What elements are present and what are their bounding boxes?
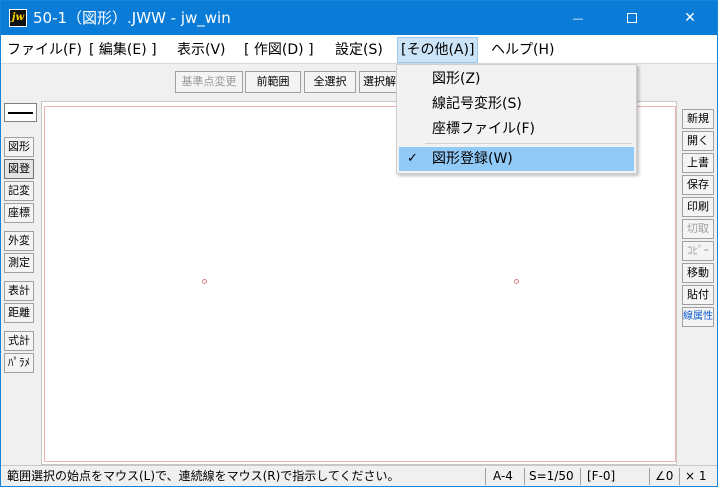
minimize-button[interactable]: — bbox=[555, 1, 601, 35]
status-divider bbox=[679, 468, 680, 485]
tool-symbol-transform[interactable]: 記変 bbox=[4, 181, 34, 201]
checkmark-icon: ✓ bbox=[407, 151, 418, 166]
menu-bar: ファイル(F) [ 編集(E) ] 表示(V) [ 作図(D) ] 設定(S) … bbox=[1, 35, 717, 64]
tool-figure[interactable]: 図形 bbox=[4, 137, 34, 157]
tool-measure[interactable]: 測定 bbox=[4, 253, 34, 273]
open-button[interactable]: 開く bbox=[682, 131, 714, 151]
jw-app-icon[interactable]: jw bbox=[9, 9, 27, 27]
other-menu-dropdown: 図形(Z) 線記号変形(S) 座標ファイル(F) ✓ 図形登録(W) bbox=[396, 64, 637, 174]
menu-other[interactable]: [その他(A)] bbox=[397, 37, 479, 63]
maximize-button[interactable] bbox=[609, 1, 655, 35]
menu-file[interactable]: ファイル(F) bbox=[7, 40, 82, 60]
paper-size-button[interactable]: A-4 bbox=[493, 466, 513, 486]
menu-draw[interactable]: [ 作図(D) ] bbox=[244, 40, 314, 60]
deselect-button[interactable]: 選択解除 bbox=[359, 71, 397, 93]
tool-coordinates[interactable]: 座標 bbox=[4, 203, 34, 223]
minimize-icon: — bbox=[572, 12, 584, 25]
reference-point-mark bbox=[202, 279, 207, 284]
line-attribute-button[interactable]: 線属性 bbox=[682, 307, 714, 327]
menu-help[interactable]: ヘルプ(H) bbox=[491, 40, 554, 60]
right-tool-panel: 新規 開く 上書 保存 印刷 切取 ｺﾋﾟｰ 移動 貼付 線属性 bbox=[679, 97, 717, 463]
layer-button[interactable]: [F-0] bbox=[587, 466, 615, 486]
close-icon: ✕ bbox=[684, 10, 696, 26]
status-divider bbox=[580, 468, 581, 485]
previous-range-button[interactable]: 前範囲 bbox=[245, 71, 301, 93]
tool-table-calc[interactable]: 表計 bbox=[4, 281, 34, 301]
tool-external-transform[interactable]: 外変 bbox=[4, 231, 34, 251]
menu-item-figure[interactable]: 図形(Z) bbox=[399, 67, 634, 91]
print-button[interactable]: 印刷 bbox=[682, 197, 714, 217]
menu-separator bbox=[425, 143, 632, 144]
angle-button[interactable]: ∠0 bbox=[655, 466, 673, 486]
tool-figure-register[interactable]: 図登 bbox=[4, 159, 34, 179]
maximize-icon bbox=[627, 13, 637, 23]
cut-button[interactable]: 切取 bbox=[682, 219, 714, 239]
line-type-swatch[interactable] bbox=[4, 103, 37, 122]
base-point-change-button[interactable]: 基準点変更 bbox=[175, 71, 243, 93]
close-button[interactable]: ✕ bbox=[667, 1, 713, 35]
menu-item-coordinate-file[interactable]: 座標ファイル(F) bbox=[399, 117, 634, 141]
app-window: jw 50-1（図形）.JWW - jw_win — ✕ ファイル(F) [ 編… bbox=[0, 0, 718, 487]
move-button[interactable]: 移動 bbox=[682, 263, 714, 283]
new-button[interactable]: 新規 bbox=[682, 109, 714, 129]
tool-parametric[interactable]: ﾊﾟﾗﾒ bbox=[4, 353, 34, 373]
select-all-button[interactable]: 全選択 bbox=[304, 71, 356, 93]
copy-button[interactable]: ｺﾋﾟｰ bbox=[682, 241, 714, 261]
window-title: 50-1（図形）.JWW - jw_win bbox=[33, 9, 231, 27]
menu-item-figure-register[interactable]: ✓ 図形登録(W) bbox=[399, 147, 634, 171]
menu-settings[interactable]: 設定(S) bbox=[335, 40, 383, 60]
save-button[interactable]: 保存 bbox=[682, 175, 714, 195]
title-bar[interactable]: jw 50-1（図形）.JWW - jw_win — ✕ bbox=[1, 1, 717, 35]
status-divider bbox=[485, 468, 486, 485]
tool-distance[interactable]: 距離 bbox=[4, 303, 34, 323]
zoom-button[interactable]: × 1 bbox=[685, 466, 707, 486]
status-divider bbox=[649, 468, 650, 485]
left-tool-panel: 図形 図登 記変 座標 外変 測定 表計 距離 式計 ﾊﾟﾗﾒ bbox=[1, 97, 39, 463]
menu-item-line-symbol-transform[interactable]: 線記号変形(S) bbox=[399, 92, 634, 116]
overwrite-button[interactable]: 上書 bbox=[682, 153, 714, 173]
status-message: 範囲選択の始点をマウス(L)で、連続線をマウス(R)で指示してください。 bbox=[7, 469, 400, 483]
reference-point-mark bbox=[514, 279, 519, 284]
menu-edit[interactable]: [ 編集(E) ] bbox=[89, 40, 157, 60]
paste-button[interactable]: 貼付 bbox=[682, 285, 714, 305]
status-divider bbox=[524, 468, 525, 485]
menu-view[interactable]: 表示(V) bbox=[177, 40, 226, 60]
tool-formula-calc[interactable]: 式計 bbox=[4, 331, 34, 351]
scale-button[interactable]: S=1/50 bbox=[529, 466, 574, 486]
status-bar: 範囲選択の始点をマウス(L)で、連続線をマウス(R)で指示してください。 A-4… bbox=[1, 465, 717, 486]
